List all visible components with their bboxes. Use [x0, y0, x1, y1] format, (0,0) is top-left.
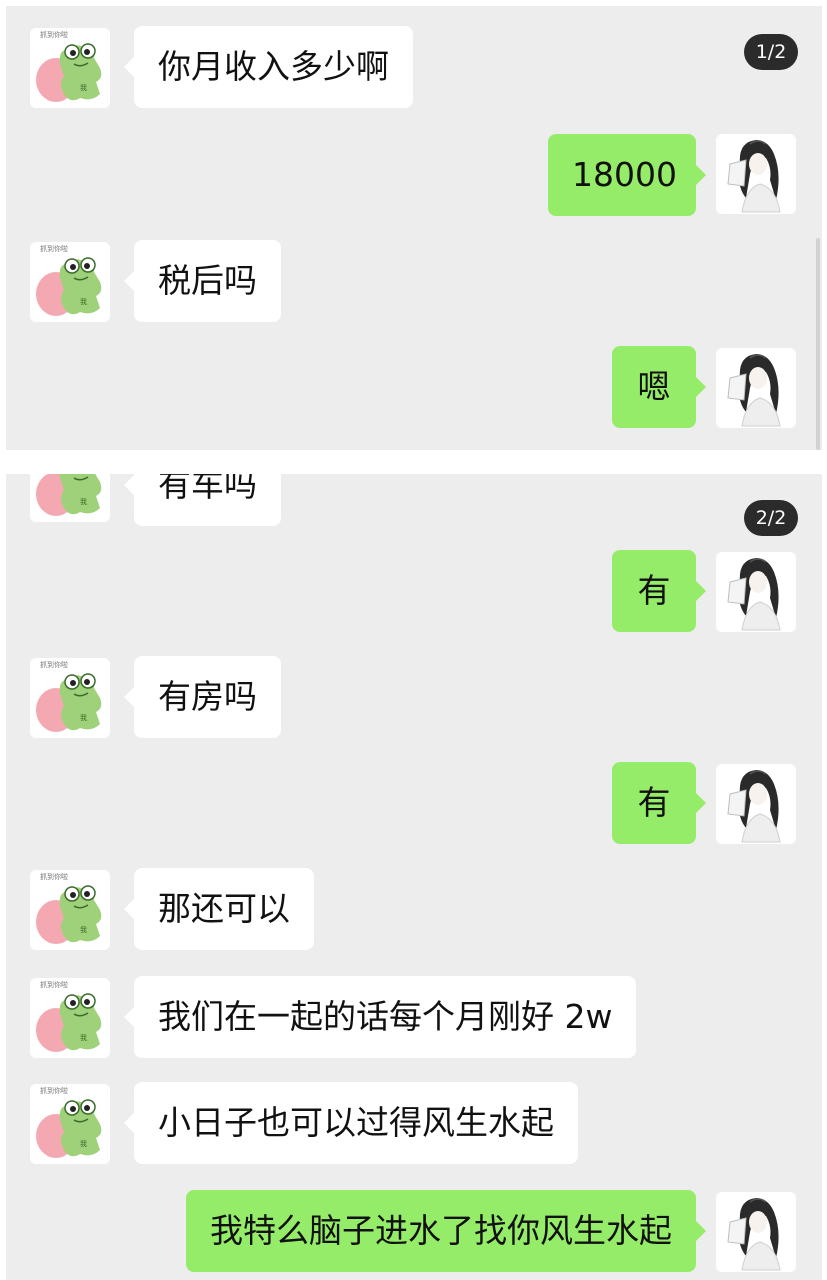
- frog-sticker-icon[interactable]: [30, 28, 110, 108]
- incoming-message: 我们在一起的话每个月刚好 2w: [123, 976, 637, 1058]
- chat-screenshot-page-2: 2/2 有车吗 有 有房吗 有 那还可以 我们在一起的话每个月刚好 2w 小日子…: [6, 474, 822, 1280]
- anime-girl-avatar-icon[interactable]: [716, 1192, 796, 1272]
- outgoing-message: 嗯: [612, 346, 706, 428]
- anime-girl-avatar-icon[interactable]: [716, 552, 796, 632]
- scrollbar[interactable]: [816, 238, 820, 450]
- outgoing-message: 有: [612, 550, 706, 632]
- frog-sticker-icon[interactable]: [30, 658, 110, 738]
- anime-girl-avatar-icon[interactable]: [716, 764, 796, 844]
- incoming-message: 有房吗: [124, 656, 281, 738]
- frog-sticker-icon[interactable]: [30, 1084, 110, 1164]
- frog-sticker-icon[interactable]: [30, 242, 110, 322]
- frog-sticker-icon[interactable]: [30, 870, 110, 950]
- anime-girl-avatar-icon[interactable]: [716, 348, 796, 428]
- page-indicator-badge: 2/2: [744, 500, 798, 536]
- anime-girl-avatar-icon[interactable]: [716, 134, 796, 214]
- frog-sticker-icon[interactable]: [30, 978, 110, 1058]
- frog-sticker-icon[interactable]: [30, 474, 110, 522]
- outgoing-message: 有: [612, 762, 706, 844]
- page-indicator-badge: 1/2: [744, 34, 798, 70]
- outgoing-message: 18000: [548, 134, 706, 216]
- outgoing-message: 我特么脑子进水了找你风生水起: [186, 1190, 706, 1272]
- incoming-message: 那还可以: [124, 868, 314, 950]
- incoming-message: 小日子也可以过得风生水起: [124, 1082, 578, 1164]
- incoming-message: 你月收入多少啊: [124, 26, 413, 108]
- incoming-message: 有车吗: [124, 474, 281, 526]
- incoming-message: 税后吗: [124, 240, 281, 322]
- chat-screenshot-page-1: 1/2 你月收入多少啊 18000 税后吗 嗯: [6, 6, 822, 450]
